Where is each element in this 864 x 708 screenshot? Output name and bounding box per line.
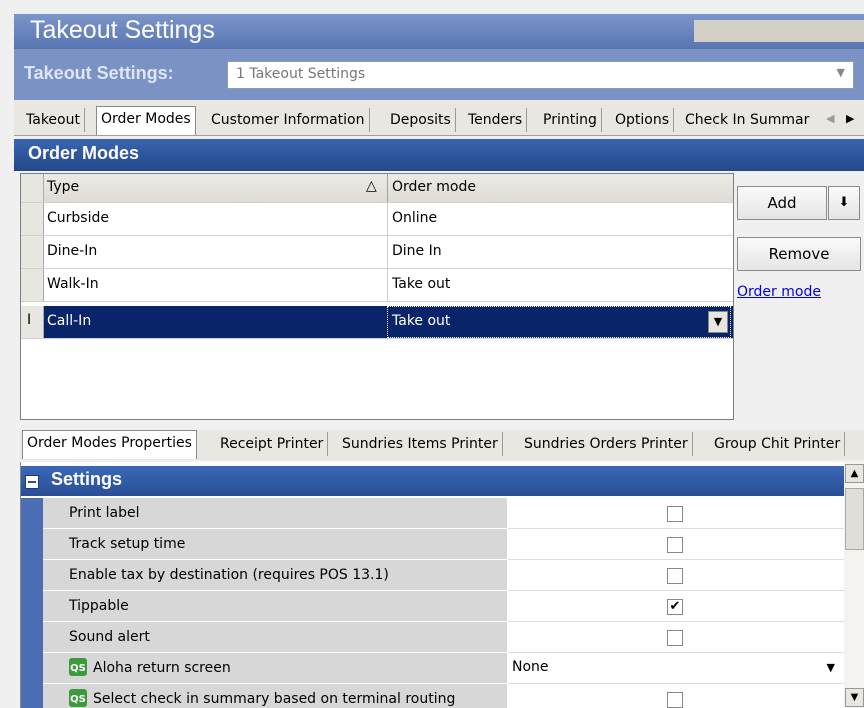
chevron-down-icon[interactable]: ▼ bbox=[708, 311, 728, 333]
property-row: Print label bbox=[21, 498, 845, 529]
svg-text:QS: QS bbox=[70, 663, 86, 674]
tab-receipt-printer[interactable]: Receipt Printer bbox=[216, 432, 329, 456]
property-label: Enable tax by destination (requires POS … bbox=[69, 567, 389, 583]
properties-grid: Settings Print label Track setup time En… bbox=[20, 462, 845, 708]
cell-type: Call-In bbox=[47, 313, 92, 329]
table-row[interactable]: Walk-In Take out bbox=[21, 269, 733, 302]
tab-order-modes-properties[interactable]: Order Modes Properties bbox=[22, 430, 197, 459]
enable-tax-checkbox[interactable] bbox=[667, 568, 683, 584]
settings-bar: Takeout Settings: 1 Takeout Settings ▼ bbox=[14, 48, 864, 101]
scroll-up-icon[interactable]: ▲ bbox=[845, 464, 864, 483]
collapse-icon[interactable] bbox=[25, 475, 39, 489]
tab-check-in-summary[interactable]: Check In Summar bbox=[681, 108, 813, 132]
tab-customer-information[interactable]: Customer Information bbox=[207, 108, 370, 132]
order-mode-dropdown[interactable]: Take out ▼ bbox=[387, 306, 731, 338]
cell-type: Walk-In bbox=[47, 276, 99, 292]
property-label: Aloha return screen bbox=[93, 660, 231, 676]
scroll-right-icon[interactable]: ▶ bbox=[846, 112, 854, 125]
add-button[interactable]: Add bbox=[737, 186, 827, 220]
settings-group-title: Settings bbox=[51, 469, 123, 489]
tab-deposits[interactable]: Deposits bbox=[386, 108, 456, 132]
tab-order-modes[interactable]: Order Modes bbox=[96, 106, 196, 135]
chevron-down-icon: ▼ bbox=[826, 661, 835, 674]
property-label: Sound alert bbox=[69, 629, 150, 645]
qs-icon: QS bbox=[69, 658, 87, 676]
cell-order-mode: Dine In bbox=[392, 243, 442, 259]
row-selector-header bbox=[21, 174, 44, 202]
title-bar: Takeout Settings bbox=[14, 14, 864, 48]
svg-text:QS: QS bbox=[70, 694, 86, 705]
text-cursor-icon: I bbox=[27, 312, 32, 328]
property-row: Sound alert bbox=[21, 622, 845, 653]
tab-options[interactable]: Options bbox=[611, 108, 675, 132]
property-label: Track setup time bbox=[69, 536, 186, 552]
cell-order-mode: Online bbox=[392, 210, 438, 226]
title-box bbox=[694, 20, 864, 42]
order-mode-link[interactable]: Order mode bbox=[737, 284, 821, 300]
row-selector[interactable] bbox=[21, 236, 44, 268]
section-header: Order Modes bbox=[14, 139, 864, 171]
row-selector[interactable] bbox=[21, 203, 44, 235]
scroll-down-icon[interactable]: ▼ bbox=[845, 688, 864, 707]
chevron-down-icon: ▼ bbox=[836, 66, 845, 79]
sound-alert-checkbox[interactable] bbox=[667, 630, 683, 646]
aloha-return-screen-value: None bbox=[512, 659, 549, 675]
order-modes-grid: Type △ Order mode Curbside Online Dine-I… bbox=[20, 173, 734, 420]
column-header-order-mode[interactable]: Order mode bbox=[392, 179, 476, 195]
tab-sundries-orders-printer[interactable]: Sundries Orders Printer bbox=[520, 432, 693, 456]
tab-printing[interactable]: Printing bbox=[539, 108, 602, 132]
row-selector[interactable]: I bbox=[21, 306, 44, 338]
tippable-checkbox[interactable]: ✔ bbox=[667, 599, 683, 615]
track-setup-time-checkbox[interactable] bbox=[667, 537, 683, 553]
tab-group-chit-printer[interactable]: Group Chit Printer bbox=[710, 432, 846, 456]
bottom-tab-strip: Order Modes Properties Receipt Printer S… bbox=[20, 430, 864, 460]
order-mode-dropdown-value: Take out bbox=[392, 313, 451, 329]
scrollbar-thumb[interactable] bbox=[845, 488, 864, 550]
settings-group-header[interactable]: Settings bbox=[21, 466, 845, 496]
print-label-checkbox[interactable] bbox=[667, 506, 683, 522]
property-label: Tippable bbox=[69, 598, 129, 614]
table-row[interactable]: Dine-In Dine In bbox=[21, 236, 733, 269]
sort-asc-icon: △ bbox=[366, 178, 377, 194]
scroll-left-icon[interactable]: ◀ bbox=[826, 112, 834, 125]
select-check-in-summary-checkbox[interactable] bbox=[667, 692, 683, 708]
table-row-selected[interactable]: I Call-In Take out ▼ bbox=[21, 306, 733, 339]
cell-type: Dine-In bbox=[47, 243, 98, 259]
grid-header: Type △ Order mode bbox=[21, 174, 733, 203]
tab-sundries-items-printer[interactable]: Sundries Items Printer bbox=[338, 432, 503, 456]
property-row: Track setup time bbox=[21, 529, 845, 560]
property-row: Enable tax by destination (requires POS … bbox=[21, 560, 845, 591]
settings-label: Takeout Settings: bbox=[24, 63, 174, 83]
window-title: Takeout Settings bbox=[30, 16, 215, 44]
top-tab-strip: Takeout Order Modes Customer Information… bbox=[14, 100, 864, 136]
property-row: Tippable ✔ bbox=[21, 591, 845, 622]
remove-button[interactable]: Remove bbox=[737, 237, 861, 271]
cell-order-mode: Take out bbox=[392, 276, 451, 292]
qs-icon: QS bbox=[69, 689, 87, 707]
section-title: Order Modes bbox=[28, 143, 140, 163]
tab-tenders[interactable]: Tenders bbox=[464, 108, 528, 132]
property-label: Print label bbox=[69, 505, 140, 521]
property-label: Select check in summary based on termina… bbox=[93, 691, 456, 707]
cell-type: Curbside bbox=[47, 210, 109, 226]
aloha-return-screen-select[interactable]: None ▼ bbox=[508, 653, 845, 684]
property-row: QS Select check in summary based on term… bbox=[21, 684, 845, 708]
add-dropdown-icon[interactable]: ⬇ bbox=[828, 186, 860, 220]
settings-select-value: 1 Takeout Settings bbox=[236, 66, 366, 82]
property-row: QS Aloha return screen None ▼ bbox=[21, 653, 845, 684]
tab-takeout[interactable]: Takeout bbox=[22, 108, 85, 132]
table-row[interactable]: Curbside Online bbox=[21, 203, 733, 236]
vertical-scrollbar[interactable]: ▲ ▼ bbox=[844, 462, 864, 708]
column-header-type[interactable]: Type bbox=[47, 179, 79, 195]
row-selector[interactable] bbox=[21, 269, 44, 301]
settings-select[interactable]: 1 Takeout Settings ▼ bbox=[227, 61, 854, 89]
